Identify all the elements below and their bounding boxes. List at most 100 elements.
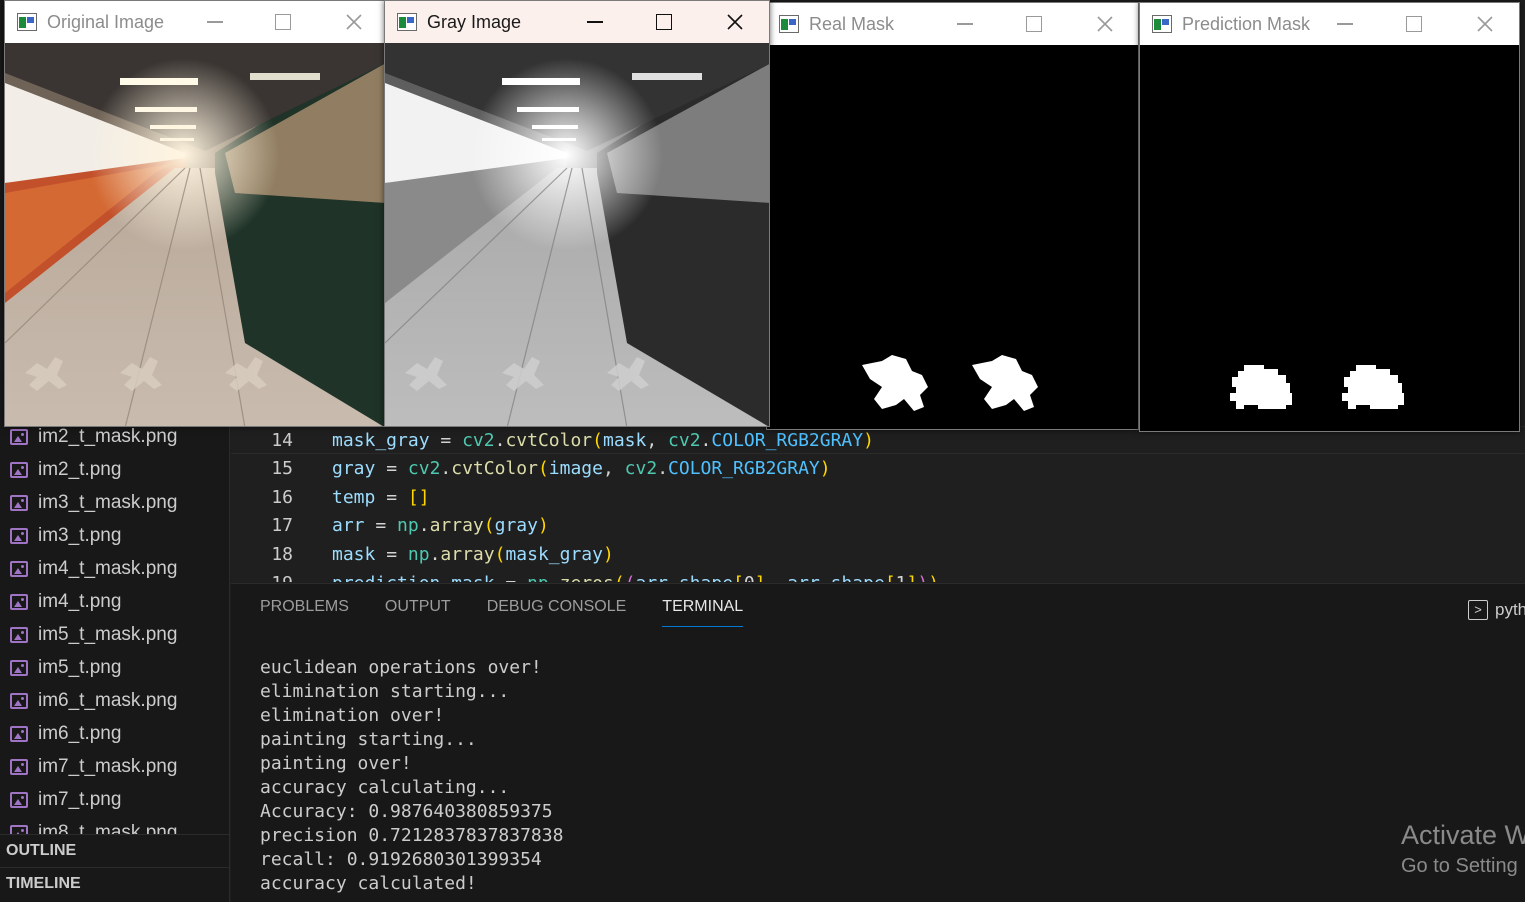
prediction-mask-window[interactable]: Prediction Mask <box>1139 2 1520 432</box>
minimize-icon[interactable] <box>560 1 630 43</box>
code-line[interactable]: 19prediction_mask = np.zeros((arr.shape[… <box>231 569 1525 583</box>
file-item[interactable]: im5_t_mask.png <box>10 618 177 651</box>
close-icon[interactable] <box>1070 3 1138 45</box>
code-text: temp = [] <box>332 486 430 508</box>
image-file-icon <box>10 428 28 445</box>
window-title: Original Image <box>47 11 165 32</box>
file-item[interactable]: im6_t.png <box>10 717 121 750</box>
panel-tabs: PROBLEMS OUTPUT DEBUG CONSOLE TERMINAL <box>260 598 744 627</box>
terminal-line: elimination starting... <box>260 681 510 702</box>
line-number: 16 <box>271 486 293 508</box>
file-item[interactable]: im6_t_mask.png <box>10 684 177 717</box>
code-text: prediction_mask = np.zeros((arr.shape[0]… <box>332 573 939 583</box>
terminal-line: euclidean operations over! <box>260 657 542 678</box>
terminal-line: accuracy calculating... <box>260 777 510 798</box>
file-item[interactable]: im2_t.png <box>10 453 121 486</box>
window-title: Real Mask <box>809 13 895 34</box>
minimize-icon[interactable] <box>180 1 250 43</box>
real-mask-canvas <box>767 47 1138 429</box>
file-name: im4_t_mask.png <box>38 557 178 579</box>
activate-windows-watermark: Activate W Go to Setting <box>1401 820 1525 878</box>
app-icon <box>779 15 799 33</box>
file-name: im7_t_mask.png <box>38 755 178 777</box>
file-list: im2_t_mask.png im2_t.png im3_t_mask.png im3… <box>0 420 230 834</box>
real-mask-window[interactable]: Real Mask <box>766 2 1139 430</box>
prediction-mask-canvas <box>1140 49 1519 431</box>
close-icon[interactable] <box>319 1 384 43</box>
file-item[interactable]: im7_t_mask.png <box>10 750 177 783</box>
code-line[interactable]: 15 gray = cv2.cvtColor(image, cv2.COLOR_R… <box>231 455 1525 483</box>
file-name: im6_t.png <box>38 722 122 744</box>
file-name: im6_t_mask.png <box>38 689 178 711</box>
close-icon[interactable] <box>1450 3 1519 45</box>
timeline-section-header[interactable]: TIMELINE <box>0 867 230 900</box>
window-title: Gray Image <box>427 11 522 32</box>
activate-title: Activate W <box>1401 820 1525 850</box>
walkway-photo-gray <box>385 43 769 426</box>
original-image-canvas <box>5 43 384 426</box>
original-image-window[interactable]: Original Image <box>4 0 385 427</box>
tab-output[interactable]: OUTPUT <box>385 598 451 627</box>
file-item[interactable]: im3_t.png <box>10 519 121 552</box>
code-text: mask_gray = cv2.cvtColor(mask, cv2.COLOR… <box>332 429 874 451</box>
app-icon <box>397 13 417 31</box>
file-item[interactable]: im3_t_mask.png <box>10 486 177 519</box>
image-file-icon <box>10 824 28 834</box>
image-file-icon <box>10 692 28 709</box>
maximize-icon[interactable] <box>999 3 1069 45</box>
line-number: 14 <box>271 429 293 451</box>
file-name: im5_t.png <box>38 656 122 678</box>
minimize-icon[interactable] <box>930 3 1000 45</box>
terminal-line: accuracy calculated! <box>260 873 477 894</box>
image-file-icon <box>10 725 28 742</box>
prediction-mask-image <box>1140 49 1519 431</box>
file-item[interactable]: im5_t.png <box>10 651 121 684</box>
code-text: mask = np.array(mask_gray) <box>332 543 614 565</box>
line-number: 18 <box>271 543 293 565</box>
close-icon[interactable] <box>700 1 769 43</box>
image-file-icon <box>10 626 28 643</box>
file-item[interactable]: im7_t.png <box>10 783 121 816</box>
minimize-icon[interactable] <box>1310 3 1380 45</box>
file-name: im4_t.png <box>38 590 122 612</box>
terminal-instance-name[interactable]: pyth <box>1495 600 1525 620</box>
terminal-line: Accuracy: 0.987640380859375 <box>260 801 553 822</box>
terminal-line: elimination over! <box>260 705 445 726</box>
code-line[interactable]: 17 arr = np.array(gray) <box>231 512 1525 540</box>
file-item[interactable]: im4_t.png <box>10 585 121 618</box>
file-item[interactable]: im4_t_mask.png <box>10 552 177 585</box>
file-name: im3_t_mask.png <box>38 491 178 513</box>
tab-problems[interactable]: PROBLEMS <box>260 598 349 627</box>
window-titlebar[interactable]: Gray Image <box>385 1 769 43</box>
maximize-icon[interactable] <box>629 1 699 43</box>
image-file-icon <box>10 791 28 808</box>
activate-subtitle: Go to Setting <box>1401 855 1518 877</box>
window-titlebar[interactable]: Real Mask <box>767 3 1138 45</box>
file-name: im2_t_mask.png <box>38 425 178 447</box>
file-item[interactable]: im8_t_mask.png <box>10 816 177 834</box>
outline-section-header[interactable]: OUTLINE <box>0 834 230 867</box>
tab-debug-console[interactable]: DEBUG CONSOLE <box>487 598 627 627</box>
tab-terminal[interactable]: TERMINAL <box>662 598 744 627</box>
line-number: 19 <box>231 573 332 583</box>
gray-image-window[interactable]: Gray Image <box>384 0 770 427</box>
maximize-icon[interactable] <box>1379 3 1449 45</box>
window-titlebar[interactable]: Original Image <box>5 1 384 43</box>
code-line[interactable]: 18 mask = np.array(mask_gray) <box>231 540 1525 568</box>
code-line[interactable]: 16 temp = [] <box>231 483 1525 511</box>
bottom-panel: PROBLEMS OUTPUT DEBUG CONSOLE TERMINAL > py… <box>231 583 1525 902</box>
file-name: im8_t_mask.png <box>38 821 178 835</box>
line-number: 15 <box>271 458 293 480</box>
code-text: arr = np.array(gray) <box>332 515 549 537</box>
gray-image-canvas <box>385 43 769 426</box>
real-mask-image <box>767 47 1138 429</box>
image-file-icon <box>10 560 28 577</box>
image-file-icon <box>10 593 28 610</box>
terminal-output[interactable]: euclidean operations over! elimination st… <box>260 656 563 896</box>
walkway-photo <box>5 43 384 426</box>
terminal-line: painting starting... <box>260 729 477 750</box>
terminal-icon[interactable]: > <box>1468 600 1488 620</box>
maximize-icon[interactable] <box>248 1 318 43</box>
window-titlebar[interactable]: Prediction Mask <box>1140 3 1519 45</box>
code-editor[interactable]: 14 mask_gray = cv2.cvtColor(mask, cv2.COL… <box>231 426 1525 582</box>
